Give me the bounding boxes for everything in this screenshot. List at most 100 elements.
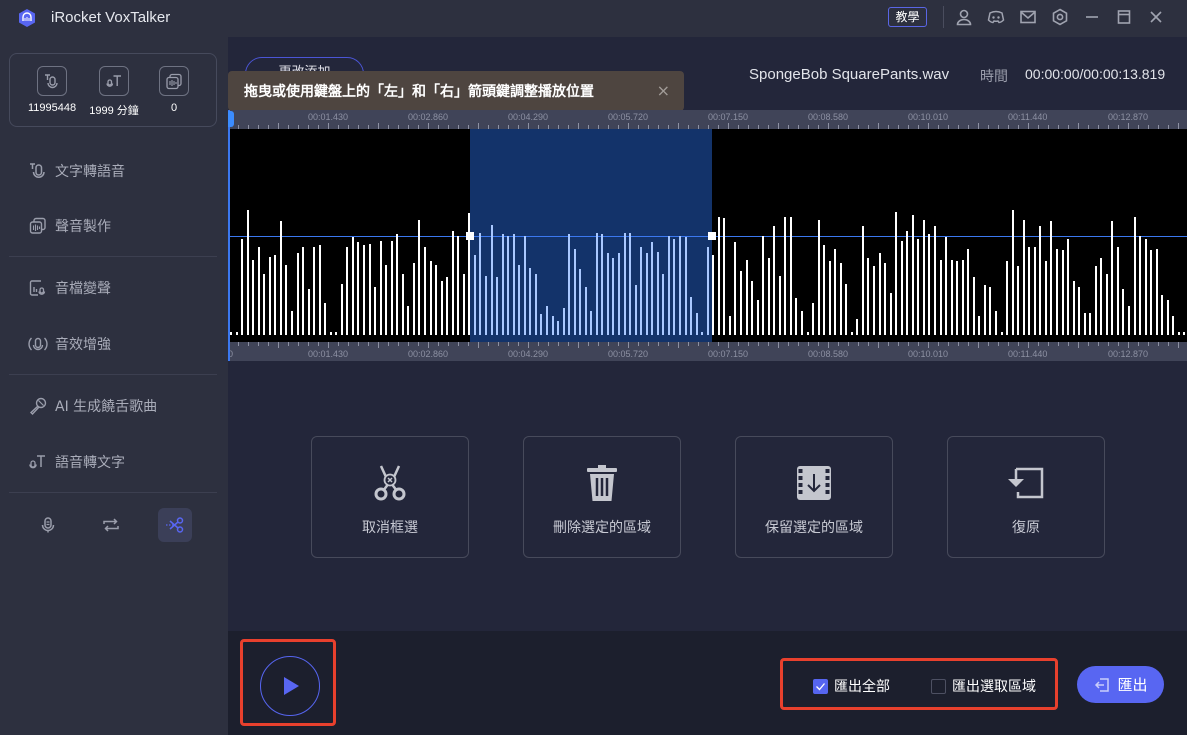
ruler-tick (718, 342, 719, 346)
checkbox-checked[interactable] (813, 678, 828, 694)
user-icon[interactable] (953, 6, 975, 28)
sidebar: 11995448 1999 分鐘 0 文字轉語音 聲音製作 音檔變聲 音效增強 (0, 37, 228, 735)
minimize-icon[interactable] (1081, 6, 1103, 28)
tooltip-close-button[interactable]: × (657, 81, 670, 100)
discord-icon[interactable] (985, 6, 1007, 28)
waveform-bar (629, 232, 632, 335)
stat-value: 0 (170, 102, 178, 114)
waveform-bar (285, 264, 288, 335)
waveform-bar (978, 315, 981, 335)
waveform-bar (911, 215, 914, 335)
mode-convert-button[interactable] (94, 508, 128, 542)
ruler-tick (318, 342, 319, 346)
timeline-ruler-bottom[interactable]: 00:01.430 00:02.860 00:04.290 00:05.720 00:0… (228, 342, 1187, 361)
speech-to-text-minutes-icon (99, 66, 129, 96)
ruler-tick (308, 342, 309, 346)
waveform-bar (673, 239, 676, 335)
waveform-bar (1044, 261, 1047, 335)
waveform-bar (1105, 274, 1108, 335)
convert-icon (103, 518, 119, 532)
ruler-tick (288, 342, 289, 346)
checkbox-unchecked[interactable] (931, 678, 946, 694)
action-label: 復原 (1012, 520, 1040, 536)
waveform-bar (922, 219, 925, 335)
voice-clone-count-icon (159, 66, 189, 96)
waveform-bar (834, 248, 837, 335)
ruler-tick (618, 342, 619, 346)
export-selection-checkbox[interactable]: 匯出選取區域 (931, 676, 1036, 696)
ruler-tick (458, 342, 459, 346)
waveform-bar (1128, 306, 1131, 335)
keep-selection-button[interactable]: 保留選定的區域 (735, 436, 893, 558)
waveform-bar (967, 248, 970, 335)
sidebar-item-voice-production[interactable]: 聲音製作 (28, 214, 111, 238)
close-icon[interactable] (1145, 6, 1167, 28)
ruler-label: 00:01.430 (308, 112, 349, 122)
settings-icon[interactable] (1049, 6, 1071, 28)
waveform-bar (850, 331, 853, 335)
waveform-bar (1177, 331, 1180, 335)
export-button[interactable]: 匯出 (1077, 666, 1164, 703)
waveform-bar (379, 240, 382, 335)
export-all-checkbox[interactable]: 匯出全部 (813, 676, 890, 696)
waveform-bar (728, 315, 731, 335)
ruler-tick (408, 342, 409, 346)
waveform-bar (1078, 287, 1081, 335)
restore-button[interactable]: 復原 (947, 436, 1105, 558)
waveform-bar (512, 234, 515, 335)
waveform-bar (845, 283, 848, 335)
waveform-bar (972, 277, 975, 335)
waveform-bar (1072, 280, 1075, 335)
waveform-bar (534, 274, 537, 335)
waveform-bar (302, 247, 305, 335)
ruler-tick (298, 342, 299, 346)
sidebar-item-text-to-speech[interactable]: 文字轉語音 (28, 159, 125, 183)
waveform-bar (257, 247, 260, 335)
sidebar-item-audio-enhance[interactable]: 音效增強 (28, 332, 111, 356)
ruler-tick (738, 342, 739, 346)
waveform-bar (762, 235, 765, 335)
mail-icon[interactable] (1017, 6, 1039, 28)
waveform-bar (401, 274, 404, 335)
playhead[interactable] (228, 110, 230, 361)
playhead-handle[interactable] (228, 111, 234, 127)
trash-icon (587, 465, 617, 501)
text-to-speech-icon (30, 163, 45, 178)
voice-production-icon (29, 217, 46, 234)
waveform-bar (1039, 226, 1042, 335)
nav-label: 音效增強 (55, 337, 111, 353)
ruler-tick (278, 342, 279, 348)
ruler-tick (328, 342, 329, 348)
waveform-bar (945, 237, 948, 335)
cancel-selection-button[interactable]: 取消框選 (311, 436, 469, 558)
mode-cut-button[interactable] (158, 508, 192, 542)
ruler-tick (1178, 342, 1179, 348)
waveform-bar (667, 235, 670, 335)
waveform-bar (318, 245, 321, 335)
ruler-tick (608, 342, 609, 346)
mode-microphone-button[interactable] (31, 508, 65, 542)
tutorial-button[interactable]: 教學 (888, 7, 927, 27)
ruler-tick (1088, 342, 1089, 346)
sidebar-item-speech-to-text[interactable]: 語音轉文字 (28, 450, 125, 474)
waveform-bar (934, 226, 936, 335)
waveform[interactable] (228, 129, 1187, 342)
waveform-bar (440, 280, 443, 335)
sidebar-item-voice-changer[interactable]: 音檔變聲 (28, 276, 111, 300)
waveform-bar (817, 219, 820, 335)
ruler-tick (868, 342, 869, 346)
timeline-ruler-top[interactable]: 00:01.430 00:02.860 00:04.290 00:05.720 00:0… (228, 110, 1187, 129)
ruler-tick (818, 342, 819, 346)
sidebar-item-ai-song[interactable]: AI 生成饒舌歌曲 (28, 394, 157, 418)
maximize-icon[interactable] (1113, 6, 1135, 28)
selection-end-handle[interactable] (707, 232, 716, 240)
play-button[interactable] (260, 656, 320, 716)
waveform-bar (928, 234, 931, 335)
app-title: iRocket VoxTalker (51, 9, 171, 26)
audio-enhance-icon (28, 337, 48, 351)
waveform-bar (484, 275, 487, 335)
delete-selection-button[interactable]: 刪除選定的區域 (523, 436, 681, 558)
waveform-bar (296, 253, 299, 335)
selection-start-handle[interactable] (465, 232, 474, 240)
stat-value: 11995448 (27, 102, 77, 114)
